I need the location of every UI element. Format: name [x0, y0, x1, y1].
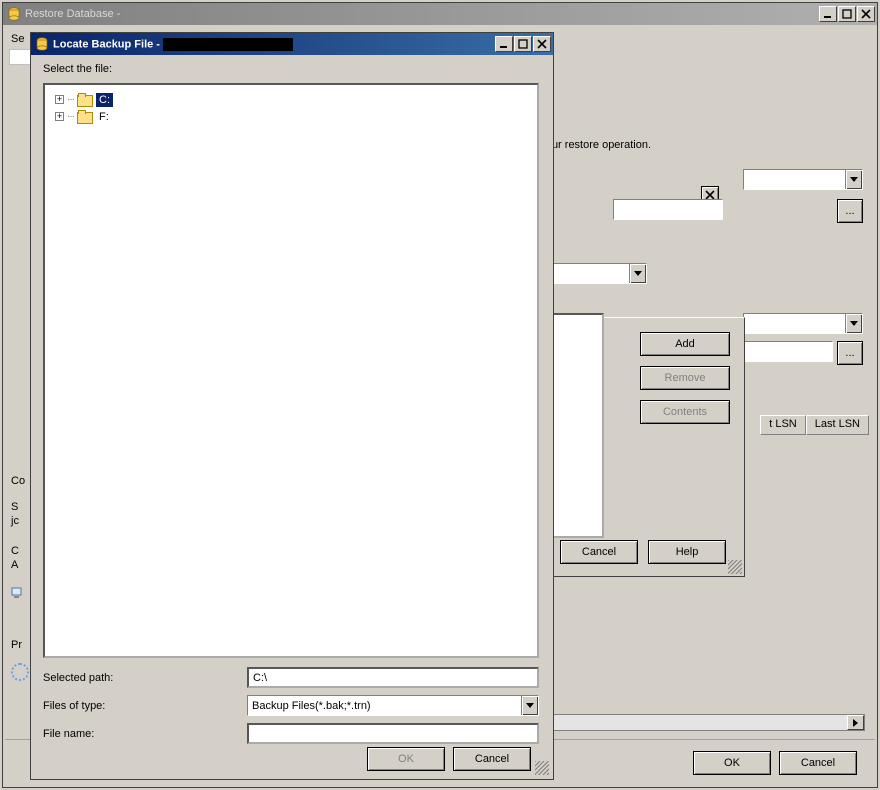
tree-node-f-drive[interactable]: + ··· F:: [55, 108, 531, 125]
tree-label[interactable]: F:: [96, 110, 112, 124]
cancel-button[interactable]: Cancel: [779, 751, 857, 775]
sidebar-section-connection: Co: [11, 475, 25, 487]
sidebar-text: jc: [11, 515, 19, 527]
ok-button: OK: [367, 747, 445, 771]
browse-button[interactable]: ...: [837, 199, 863, 223]
cancel-button[interactable]: Cancel: [560, 540, 638, 564]
maximize-button[interactable]: [514, 36, 532, 52]
maximize-button[interactable]: [838, 6, 856, 22]
titlebar[interactable]: Locate Backup File -: [31, 33, 553, 55]
tree-label[interactable]: C:: [96, 93, 113, 107]
file-name-label: File name:: [43, 728, 243, 740]
folder-icon: [77, 93, 93, 106]
connection-icon: [11, 585, 27, 599]
window-title: Locate Backup File -: [53, 38, 495, 51]
expand-icon[interactable]: +: [55, 112, 64, 121]
dest-input[interactable]: [613, 199, 723, 220]
cancel-button[interactable]: Cancel: [453, 747, 531, 771]
sidebar-section-progress: Pr: [11, 639, 22, 651]
remove-button: Remove: [640, 366, 730, 390]
database-icon: [35, 37, 49, 51]
tree-node-c-drive[interactable]: + ··· C:: [55, 91, 531, 108]
file-name-input[interactable]: [247, 723, 539, 744]
add-button[interactable]: Add: [640, 332, 730, 356]
chevron-down-icon[interactable]: [845, 314, 862, 333]
titlebar[interactable]: Restore Database -: [3, 3, 877, 25]
files-of-type-label: Files of type:: [43, 700, 243, 712]
sidebar-text: S: [11, 501, 18, 513]
minimize-button[interactable]: [819, 6, 837, 22]
files-of-type-value: Backup Files(*.bak;*.trn): [248, 700, 521, 712]
resize-grip[interactable]: [535, 761, 549, 775]
files-of-type-combo[interactable]: Backup Files(*.bak;*.trn): [247, 695, 539, 716]
scroll-right-icon[interactable]: [847, 715, 864, 730]
help-button[interactable]: Help: [648, 540, 726, 564]
locate-backup-file-window: Locate Backup File - Select the file: + …: [30, 32, 554, 780]
backup-sets-header: t LSN Last LSN: [760, 415, 869, 435]
sidebar-text: A: [11, 559, 18, 571]
col-last-lsn[interactable]: Last LSN: [806, 415, 869, 435]
folder-tree[interactable]: + ··· C: + ··· F:: [43, 83, 539, 658]
close-button[interactable]: [533, 36, 551, 52]
source-combo[interactable]: [743, 313, 863, 334]
close-button[interactable]: [857, 6, 875, 22]
database-icon: [7, 7, 21, 21]
selected-path-label: Selected path:: [43, 672, 243, 684]
resize-grip[interactable]: [728, 560, 742, 574]
chevron-down-icon[interactable]: [845, 170, 862, 189]
redacted-server-name: [163, 38, 293, 51]
tree-connector: ···: [67, 94, 74, 105]
expand-icon[interactable]: +: [55, 95, 64, 104]
chevron-down-icon[interactable]: [521, 696, 538, 715]
destination-combo[interactable]: [743, 169, 863, 190]
select-file-label: Select the file:: [43, 63, 112, 75]
sidebar-text: C: [11, 545, 19, 557]
selected-path-input[interactable]: C:\: [247, 667, 539, 688]
window-title: Restore Database -: [25, 8, 819, 20]
contents-button: Contents: [640, 400, 730, 424]
sidebar-section-select: Se: [11, 33, 24, 45]
progress-spinner-icon: [11, 663, 29, 681]
col-first-lsn[interactable]: t LSN: [760, 415, 806, 435]
tree-connector: ···: [67, 111, 74, 122]
minimize-button[interactable]: [495, 36, 513, 52]
src-input[interactable]: [733, 341, 833, 362]
ok-button[interactable]: OK: [693, 751, 771, 775]
folder-icon: [77, 110, 93, 123]
chevron-down-icon[interactable]: [629, 264, 646, 283]
browse-button[interactable]: ...: [837, 341, 863, 365]
dialog-button-bar: OK Cancel: [35, 747, 549, 771]
